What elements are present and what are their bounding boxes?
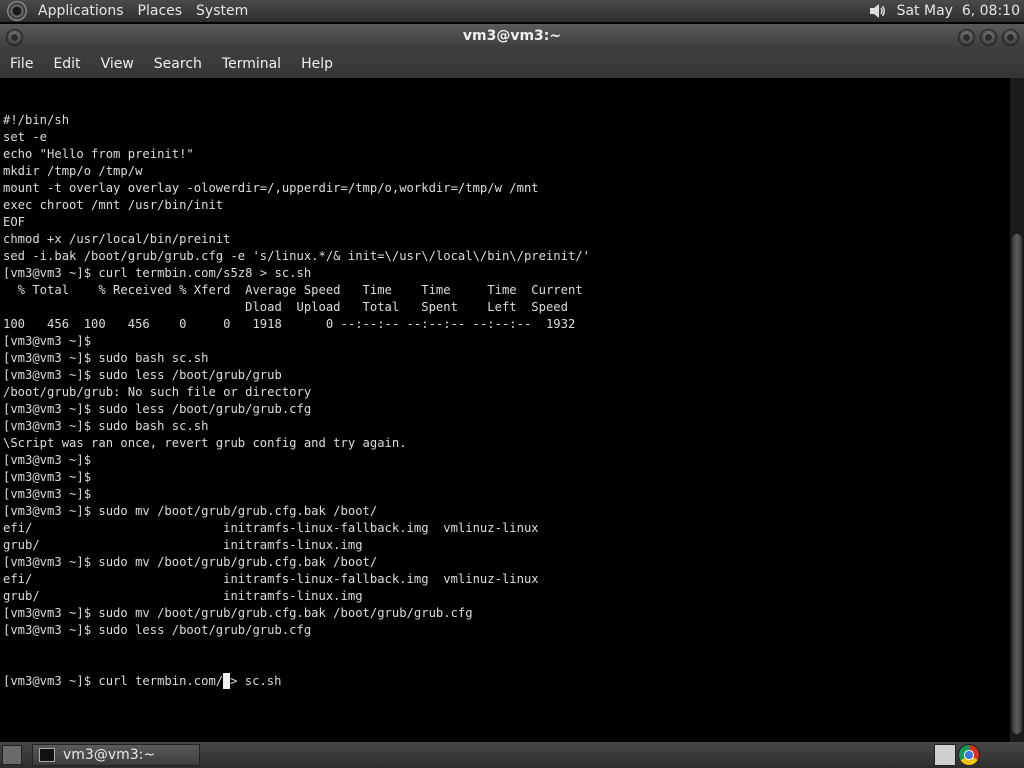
prompt-after-cursor: > sc.sh xyxy=(230,674,282,688)
system-tray xyxy=(932,744,980,766)
terminal-line: sed -i.bak /boot/grub/grub.cfg -e 's/lin… xyxy=(3,249,590,263)
terminal-input-line[interactable]: [vm3@vm3 ~]$ curl termbin.com/ > sc.sh xyxy=(3,673,1010,690)
volume-icon[interactable] xyxy=(867,1,887,21)
terminal-line: chmod +x /usr/local/bin/preinit xyxy=(3,232,231,246)
clock[interactable]: Sat May 6, 08:10 xyxy=(897,3,1020,19)
scrollbar-thumb[interactable] xyxy=(1012,234,1022,734)
text-cursor xyxy=(223,673,231,689)
terminal-line: [vm3@vm3 ~]$ xyxy=(3,487,92,501)
terminal-line: [vm3@vm3 ~]$ sudo less /boot/grub/grub.c… xyxy=(3,623,312,637)
bottom-panel: vm3@vm3:~ xyxy=(0,742,1024,768)
terminal-line: % Total % Received % Xferd Average Speed… xyxy=(3,283,583,297)
terminal-icon xyxy=(39,748,55,762)
top-panel-right: Sat May 6, 08:10 xyxy=(867,0,1020,22)
terminal-line: [vm3@vm3 ~]$ sudo bash sc.sh xyxy=(3,351,209,365)
minimize-button[interactable] xyxy=(958,29,975,46)
terminal-scrollbar[interactable] xyxy=(1010,78,1024,742)
top-panel: Applications Places System Sat May 6, 08… xyxy=(0,0,1024,22)
terminal-line: [vm3@vm3 ~]$ sudo bash sc.sh xyxy=(3,419,209,433)
menu-applications[interactable]: Applications xyxy=(31,0,131,22)
terminal-line: [vm3@vm3 ~]$ sudo mv /boot/grub/grub.cfg… xyxy=(3,555,378,569)
terminal-lines: #!/bin/sh set -e echo "Hello from preinit!… xyxy=(3,112,1010,639)
terminal-line: set -e xyxy=(3,130,48,144)
menu-places[interactable]: Places xyxy=(131,0,190,22)
terminal-icon[interactable] xyxy=(934,744,956,766)
terminal-line: mkdir /tmp/o /tmp/w xyxy=(3,164,143,178)
menu-file[interactable]: File xyxy=(0,56,43,72)
terminal-line: Dload Upload Total Spent Left Speed xyxy=(3,300,568,314)
close-button[interactable] xyxy=(1002,29,1019,46)
terminal-line: mount -t overlay overlay -olowerdir=/,up… xyxy=(3,181,539,195)
menu-edit[interactable]: Edit xyxy=(43,56,90,72)
terminal-line: grub/ initramfs-linux.img xyxy=(3,538,363,552)
menu-view[interactable]: View xyxy=(91,56,144,72)
menu-help[interactable]: Help xyxy=(291,56,343,72)
taskbar-window-label: vm3@vm3:~ xyxy=(63,747,156,763)
distro-logo-icon[interactable] xyxy=(7,1,27,21)
show-desktop-button[interactable] xyxy=(2,745,22,765)
terminal-line: [vm3@vm3 ~]$ sudo mv /boot/grub/grub.cfg… xyxy=(3,606,473,620)
menu-terminal[interactable]: Terminal xyxy=(212,56,291,72)
terminal-line: efi/ initramfs-linux-fallback.img vmlinu… xyxy=(3,572,539,586)
terminal-output[interactable]: #!/bin/sh set -e echo "Hello from preinit!… xyxy=(0,78,1010,742)
terminal-line: EOF xyxy=(3,215,26,229)
terminal-line: efi/ initramfs-linux-fallback.img vmlinu… xyxy=(3,521,539,535)
terminal-line: #!/bin/sh xyxy=(3,113,70,127)
terminal-line: echo "Hello from preinit!" xyxy=(3,147,194,161)
terminal-line: [vm3@vm3 ~]$ curl termbin.com/s5z8 > sc.… xyxy=(3,266,312,280)
terminal-line: [vm3@vm3 ~]$ xyxy=(3,334,92,348)
terminal-line: [vm3@vm3 ~]$ xyxy=(3,470,92,484)
terminal-line: [vm3@vm3 ~]$ xyxy=(3,453,92,467)
terminal-line: [vm3@vm3 ~]$ sudo mv /boot/grub/grub.cfg… xyxy=(3,504,378,518)
prompt-before-cursor: [vm3@vm3 ~]$ curl termbin.com/ xyxy=(3,674,224,688)
terminal-line: [vm3@vm3 ~]$ sudo less /boot/grub/grub xyxy=(3,368,282,382)
menu-search[interactable]: Search xyxy=(144,56,212,72)
maximize-button[interactable] xyxy=(980,29,997,46)
window-titlebar[interactable]: vm3@vm3:~ xyxy=(0,24,1024,50)
terminal-line: /boot/grub/grub: No such file or directo… xyxy=(3,385,312,399)
menu-system[interactable]: System xyxy=(189,0,255,22)
taskbar-window-button[interactable]: vm3@vm3:~ xyxy=(32,744,200,766)
terminal-line: grub/ initramfs-linux.img xyxy=(3,589,363,603)
window-title: vm3@vm3:~ xyxy=(462,28,562,44)
top-menu: Applications Places System xyxy=(31,0,255,22)
chrome-icon[interactable] xyxy=(958,744,980,766)
terminal-line: exec chroot /mnt /usr/bin/init xyxy=(3,198,224,212)
terminal-line: \Script was ran once, revert grub config… xyxy=(3,436,407,450)
menubar: File Edit View Search Terminal Help xyxy=(0,50,1024,78)
terminal-line: 100 456 100 456 0 0 1918 0 --:--:-- --:-… xyxy=(3,317,576,331)
terminal-line: [vm3@vm3 ~]$ sudo less /boot/grub/grub.c… xyxy=(3,402,312,416)
